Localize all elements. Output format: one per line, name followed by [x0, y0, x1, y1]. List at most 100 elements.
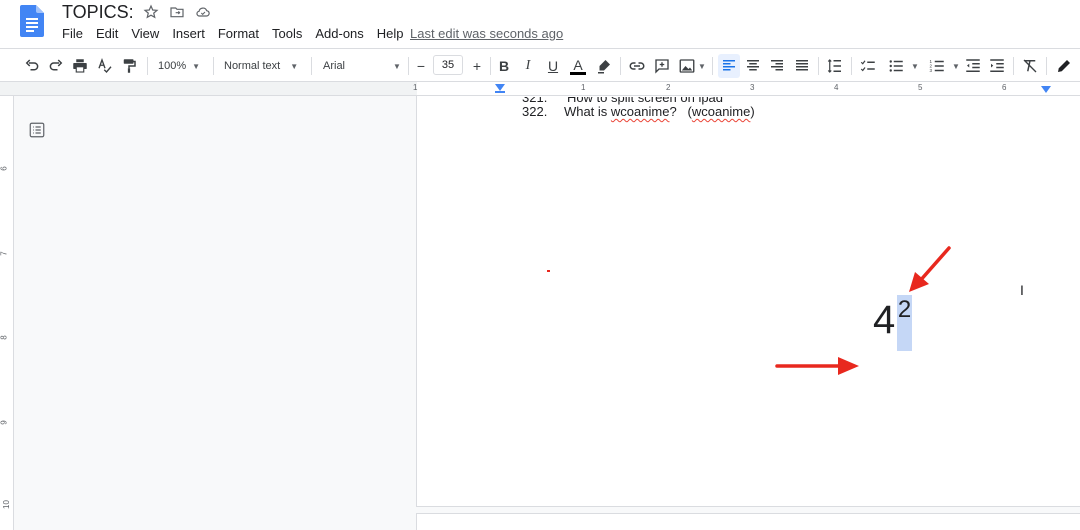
add-comment-icon [655, 59, 669, 74]
ruler-mark: 1 [581, 83, 586, 92]
increase-indent-button[interactable] [987, 54, 1007, 78]
numbered-list-button[interactable]: 123 ▼ [925, 54, 963, 78]
spellcheck-button[interactable] [95, 54, 115, 78]
menu-tools[interactable]: Tools [272, 26, 302, 41]
indent-marker-icon[interactable] [495, 84, 505, 93]
ruler-mark: 6 [0, 166, 9, 171]
annotation-arrow-diagonal [909, 246, 951, 292]
horizontal-ruler[interactable]: 1 1 2 3 4 5 6 [413, 82, 1080, 96]
text-cursor-icon: I [1020, 282, 1024, 298]
base-number[interactable]: 4 [873, 296, 895, 344]
last-edit-status[interactable]: Last edit was seconds ago [410, 26, 563, 41]
chevron-down-icon: ▼ [911, 61, 919, 71]
cloud-saved-icon[interactable] [194, 3, 212, 21]
line-spacing-button[interactable] [824, 54, 846, 78]
italic-button[interactable]: I [519, 54, 537, 78]
font-dropdown[interactable]: Arial ▼ [323, 54, 403, 78]
bold-button[interactable]: B [495, 54, 513, 78]
move-folder-icon[interactable] [168, 3, 186, 21]
toolbar: 100% ▼ Normal text ▼ Arial ▼ − 35 + B I … [0, 48, 1080, 82]
selected-superscript[interactable]: 2 [897, 295, 912, 351]
app-header: TOPICS: File Edit View Insert Format Too… [0, 0, 1080, 48]
document-page[interactable] [417, 96, 1080, 506]
chevron-down-icon: ▼ [952, 61, 960, 71]
align-left-button[interactable] [718, 54, 740, 78]
align-center-icon [747, 60, 759, 71]
decrease-font-size-button[interactable]: − [412, 54, 430, 78]
highlighter-icon [598, 60, 610, 74]
list-text-prefix: What is [563, 104, 611, 119]
increase-font-size-button[interactable]: + [468, 54, 486, 78]
menu-addons[interactable]: Add-ons [315, 26, 363, 41]
vertical-ruler: 6 7 8 9 10 [0, 96, 14, 530]
ruler-mark: 7 [0, 251, 9, 256]
clear-formatting-icon [1023, 59, 1037, 73]
paint-format-icon [123, 59, 136, 73]
star-icon[interactable] [142, 3, 160, 21]
insert-link-button[interactable] [627, 54, 647, 78]
line-spacing-icon [827, 59, 841, 73]
image-icon [679, 59, 695, 73]
document-outline-icon[interactable] [28, 121, 46, 139]
list-text-mid: ? ( [669, 104, 692, 119]
zoom-value: 100% [158, 60, 187, 72]
menu-format[interactable]: Format [218, 26, 259, 41]
checklist-icon [860, 60, 875, 72]
clear-formatting-button[interactable] [1020, 54, 1040, 78]
ruler-mark: 10 [1, 500, 11, 509]
underline-button[interactable]: U [544, 54, 562, 78]
chevron-down-icon: ▼ [290, 61, 299, 71]
list-number: 322. [522, 104, 548, 119]
stray-mark [547, 270, 550, 272]
menu-edit[interactable]: Edit [96, 26, 118, 41]
decrease-indent-icon [966, 59, 980, 72]
menu-view[interactable]: View [131, 26, 159, 41]
style-value: Normal text [224, 60, 281, 72]
docs-logo-icon[interactable] [20, 5, 44, 37]
right-indent-marker-icon[interactable] [1041, 86, 1051, 93]
align-right-button[interactable] [767, 54, 787, 78]
paint-format-button[interactable] [119, 54, 139, 78]
link-icon [629, 62, 645, 70]
style-dropdown[interactable]: Normal text ▼ [224, 54, 304, 78]
redo-icon [49, 59, 63, 71]
ruler-mark: 9 [0, 420, 9, 425]
numbered-list-icon: 123 [930, 59, 944, 73]
ruler-margin [0, 82, 417, 96]
bulleted-list-button[interactable]: ▼ [884, 54, 922, 78]
ruler-mark: 1 [413, 83, 418, 92]
list-item[interactable]: 322. What is wcoanime? (wcoanime) [522, 104, 755, 119]
insert-image-button[interactable]: ▼ [677, 54, 707, 78]
ruler-mark: 5 [918, 83, 923, 92]
menu-help[interactable]: Help [377, 26, 404, 41]
align-right-icon [771, 60, 783, 71]
decrease-indent-button[interactable] [963, 54, 983, 78]
document-title[interactable]: TOPICS: [62, 2, 134, 23]
misspelled-word[interactable]: wcoanime [692, 104, 751, 119]
justify-button[interactable] [792, 54, 812, 78]
undo-icon [25, 59, 39, 71]
align-center-button[interactable] [743, 54, 763, 78]
menu-bar: File Edit View Insert Format Tools Add-o… [62, 26, 417, 41]
document-page-next[interactable] [417, 514, 1080, 530]
chevron-down-icon: ▼ [192, 61, 201, 71]
print-button[interactable] [70, 54, 90, 78]
highlight-button[interactable] [594, 54, 614, 78]
text-color-button[interactable]: A [568, 54, 588, 78]
spellcheck-icon [98, 58, 112, 73]
increase-indent-icon [990, 59, 1004, 72]
undo-button[interactable] [22, 54, 42, 78]
checklist-button[interactable] [857, 54, 879, 78]
misspelled-word[interactable]: wcoanime [611, 104, 670, 119]
font-size-input[interactable]: 35 [433, 55, 463, 75]
insert-comment-button[interactable] [652, 54, 672, 78]
zoom-dropdown[interactable]: 100% ▼ [158, 54, 208, 78]
justify-icon [796, 60, 808, 71]
redo-button[interactable] [46, 54, 66, 78]
ruler-mark: 2 [666, 83, 671, 92]
ruler-mark: 3 [750, 83, 755, 92]
bulleted-list-icon [889, 60, 903, 72]
menu-insert[interactable]: Insert [172, 26, 205, 41]
menu-file[interactable]: File [62, 26, 83, 41]
editing-mode-button[interactable] [1054, 54, 1074, 78]
